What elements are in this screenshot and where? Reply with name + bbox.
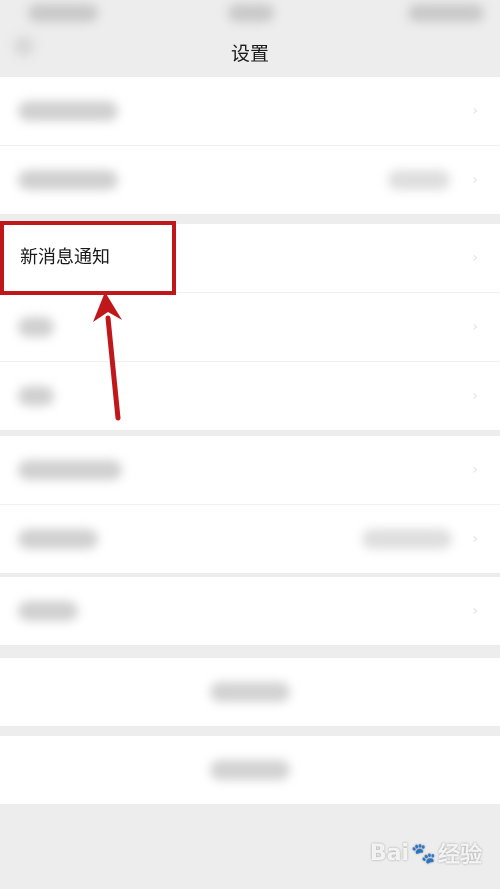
settings-row-about[interactable]: › bbox=[0, 505, 500, 573]
blurred-row-label bbox=[18, 170, 118, 190]
chevron-right-icon: › bbox=[472, 603, 478, 619]
baidu-jingyan-watermark: Bai 🐾 经验 bbox=[370, 837, 482, 869]
blurred-row-label bbox=[18, 529, 98, 549]
blurred-row-label bbox=[18, 601, 78, 621]
logout-button[interactable] bbox=[0, 736, 500, 804]
settings-row-general[interactable]: › bbox=[0, 362, 500, 430]
blurred-row-label bbox=[18, 386, 54, 406]
blurred-button-label bbox=[210, 682, 290, 702]
chevron-right-icon: › bbox=[472, 172, 478, 188]
chevron-right-icon: › bbox=[472, 319, 478, 335]
watermark-text-left: Bai bbox=[369, 840, 410, 866]
chevron-right-icon: › bbox=[472, 531, 478, 547]
settings-row-help-feedback[interactable]: › bbox=[0, 436, 500, 505]
settings-row-secondary[interactable]: › bbox=[0, 146, 500, 214]
highlight-box bbox=[0, 221, 176, 295]
blurred-button-label bbox=[210, 760, 290, 780]
watermark-text-right: 经验 bbox=[437, 843, 482, 868]
settings-group-help: › › bbox=[0, 436, 500, 573]
settings-group-plugins: › bbox=[0, 577, 500, 645]
status-bar-center-blob bbox=[228, 4, 274, 22]
settings-group-switch-account bbox=[0, 658, 500, 726]
header: 设置 bbox=[0, 30, 500, 74]
status-bar bbox=[0, 0, 500, 56]
paw-icon: 🐾 bbox=[411, 841, 436, 865]
blurred-row-label bbox=[18, 101, 118, 121]
settings-group-logout bbox=[0, 736, 500, 804]
blurred-row-label bbox=[18, 317, 54, 337]
status-bar-right-blob bbox=[408, 4, 484, 22]
settings-row-account-security[interactable]: › bbox=[0, 77, 500, 146]
blurred-row-label bbox=[18, 460, 122, 480]
status-bar-left-blob bbox=[28, 4, 98, 22]
chevron-right-icon: › bbox=[472, 250, 478, 266]
chevron-right-icon: › bbox=[472, 103, 478, 119]
settings-group-account: › › bbox=[0, 77, 500, 214]
page-title: 设置 bbox=[230, 42, 269, 65]
blurred-row-value bbox=[388, 170, 450, 190]
chevron-right-icon: › bbox=[472, 388, 478, 404]
settings-row-privacy[interactable]: › bbox=[0, 293, 500, 362]
settings-row-plugins[interactable]: › bbox=[0, 577, 500, 645]
blurred-row-value bbox=[362, 529, 452, 549]
chevron-right-icon: › bbox=[472, 462, 478, 478]
switch-account-button[interactable] bbox=[0, 658, 500, 726]
